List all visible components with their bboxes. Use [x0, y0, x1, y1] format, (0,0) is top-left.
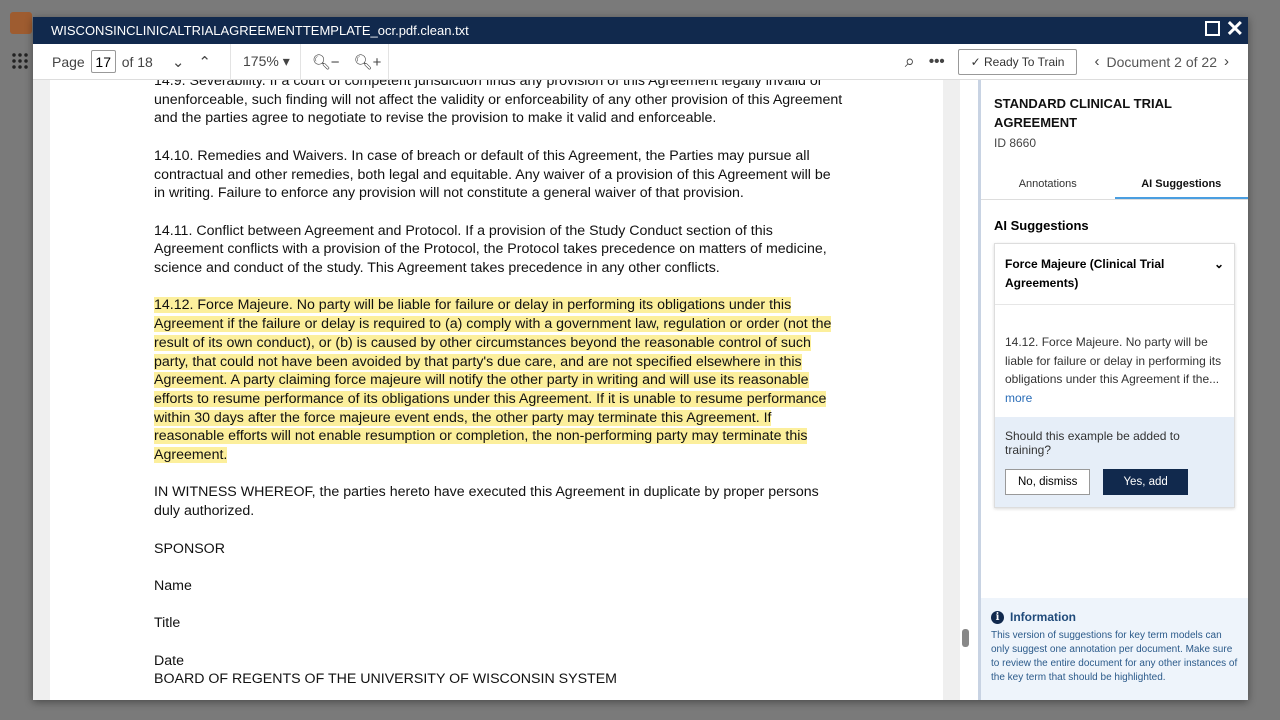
window-title: WISCONSINCLINICALTRIALAGREEMENTTEMPLATE_…: [51, 23, 469, 38]
zoom-out-icon[interactable]: 🔍︎−: [305, 53, 347, 71]
information-box: i Information This version of suggestions…: [981, 598, 1248, 700]
more-link[interactable]: more: [1005, 389, 1224, 408]
sponsor-label: SPONSOR: [154, 540, 225, 557]
toolbar: Page of 18 ⌄ ⌃ 175% ▾ 🔍︎− 🔍︎+ ⌕ ••• ✓ Re…: [33, 43, 1248, 80]
info-text: This version of suggestions for key term…: [991, 630, 1238, 683]
app-logo: [10, 12, 32, 34]
chevron-down-icon[interactable]: ⌄: [1214, 255, 1224, 293]
zoom-in-icon[interactable]: 🔍︎+: [347, 53, 389, 71]
search-icon[interactable]: ⌕: [898, 51, 922, 72]
document-scrollbar[interactable]: [960, 80, 975, 700]
apps-grid-icon: [11, 52, 29, 70]
document-id: ID 8660: [994, 136, 1037, 150]
document-page: 14.9. Severability. If a court of compet…: [50, 80, 943, 700]
panel-title: STANDARD CLINICAL TRIAL AGREEMENT: [994, 96, 1172, 130]
scrollbar-thumb[interactable]: [962, 629, 969, 647]
check-icon: ✓: [970, 54, 981, 69]
next-document-icon[interactable]: ›: [1217, 53, 1236, 70]
training-question: Should this example be added to training…: [1005, 429, 1180, 457]
info-title: Information: [1010, 610, 1076, 624]
paragraph: IN WITNESS WHEREOF, the parties hereto h…: [154, 484, 819, 520]
page-input[interactable]: [90, 50, 116, 73]
more-options-icon[interactable]: •••: [922, 53, 952, 70]
chevron-up-icon[interactable]: ⌃: [191, 53, 218, 71]
paragraph: 14.9. Severability. If a court of compet…: [154, 80, 843, 127]
suggestion-card-header[interactable]: Force Majeure (Clinical Trial Agreements…: [995, 244, 1234, 305]
document-area: 14.9. Severability. If a court of compet…: [33, 80, 975, 700]
date-label: Date: [154, 652, 184, 669]
ready-to-train-button[interactable]: ✓ Ready To Train: [957, 48, 1078, 75]
page-total: of 18: [121, 53, 153, 70]
chevron-down-icon[interactable]: ⌄: [165, 53, 192, 71]
suggestion-card: Force Majeure (Clinical Trial Agreements…: [994, 243, 1235, 508]
zoom-value: 175%: [243, 53, 279, 69]
document-nav: Document 2 of 22: [1106, 53, 1217, 70]
dismiss-button[interactable]: No, dismiss: [1005, 469, 1091, 495]
paragraph: 14.10. Remedies and Waivers. In case of …: [154, 147, 831, 202]
document-viewer-modal: WISCONSINCLINICALTRIALAGREEMENTTEMPLATE_…: [33, 17, 1248, 700]
maximize-icon[interactable]: [1204, 21, 1220, 36]
title-bar: WISCONSINCLINICALTRIALAGREEMENTTEMPLATE_…: [33, 17, 1248, 44]
suggestion-title: Force Majeure (Clinical Trial Agreements…: [1005, 257, 1165, 290]
suggestions-panel: STANDARD CLINICAL TRIAL AGREEMENT ID 866…: [978, 80, 1248, 700]
tab-annotations[interactable]: Annotations: [981, 172, 1115, 199]
add-button[interactable]: Yes, add: [1103, 469, 1188, 495]
name-label: Name: [154, 577, 192, 594]
close-icon[interactable]: ✕: [1226, 18, 1244, 40]
section-heading: AI Suggestions: [994, 218, 1089, 233]
board-label: BOARD OF REGENTS OF THE UNIVERSITY OF WI…: [154, 671, 617, 688]
title-label: Title: [154, 615, 181, 632]
suggestion-excerpt: 14.12. Force Majeure. No party will be l…: [1005, 335, 1222, 386]
tab-ai-suggestions[interactable]: AI Suggestions: [1114, 172, 1248, 199]
zoom-select[interactable]: 175% ▾: [243, 53, 290, 70]
paragraph: 14.11. Conflict between Agreement and Pr…: [154, 222, 827, 276]
highlighted-paragraph[interactable]: 14.12. Force Majeure. No party will be l…: [154, 297, 832, 464]
previous-document-icon[interactable]: ‹: [1087, 53, 1106, 70]
info-icon: i: [991, 610, 1004, 624]
page-label: Page: [52, 53, 85, 70]
